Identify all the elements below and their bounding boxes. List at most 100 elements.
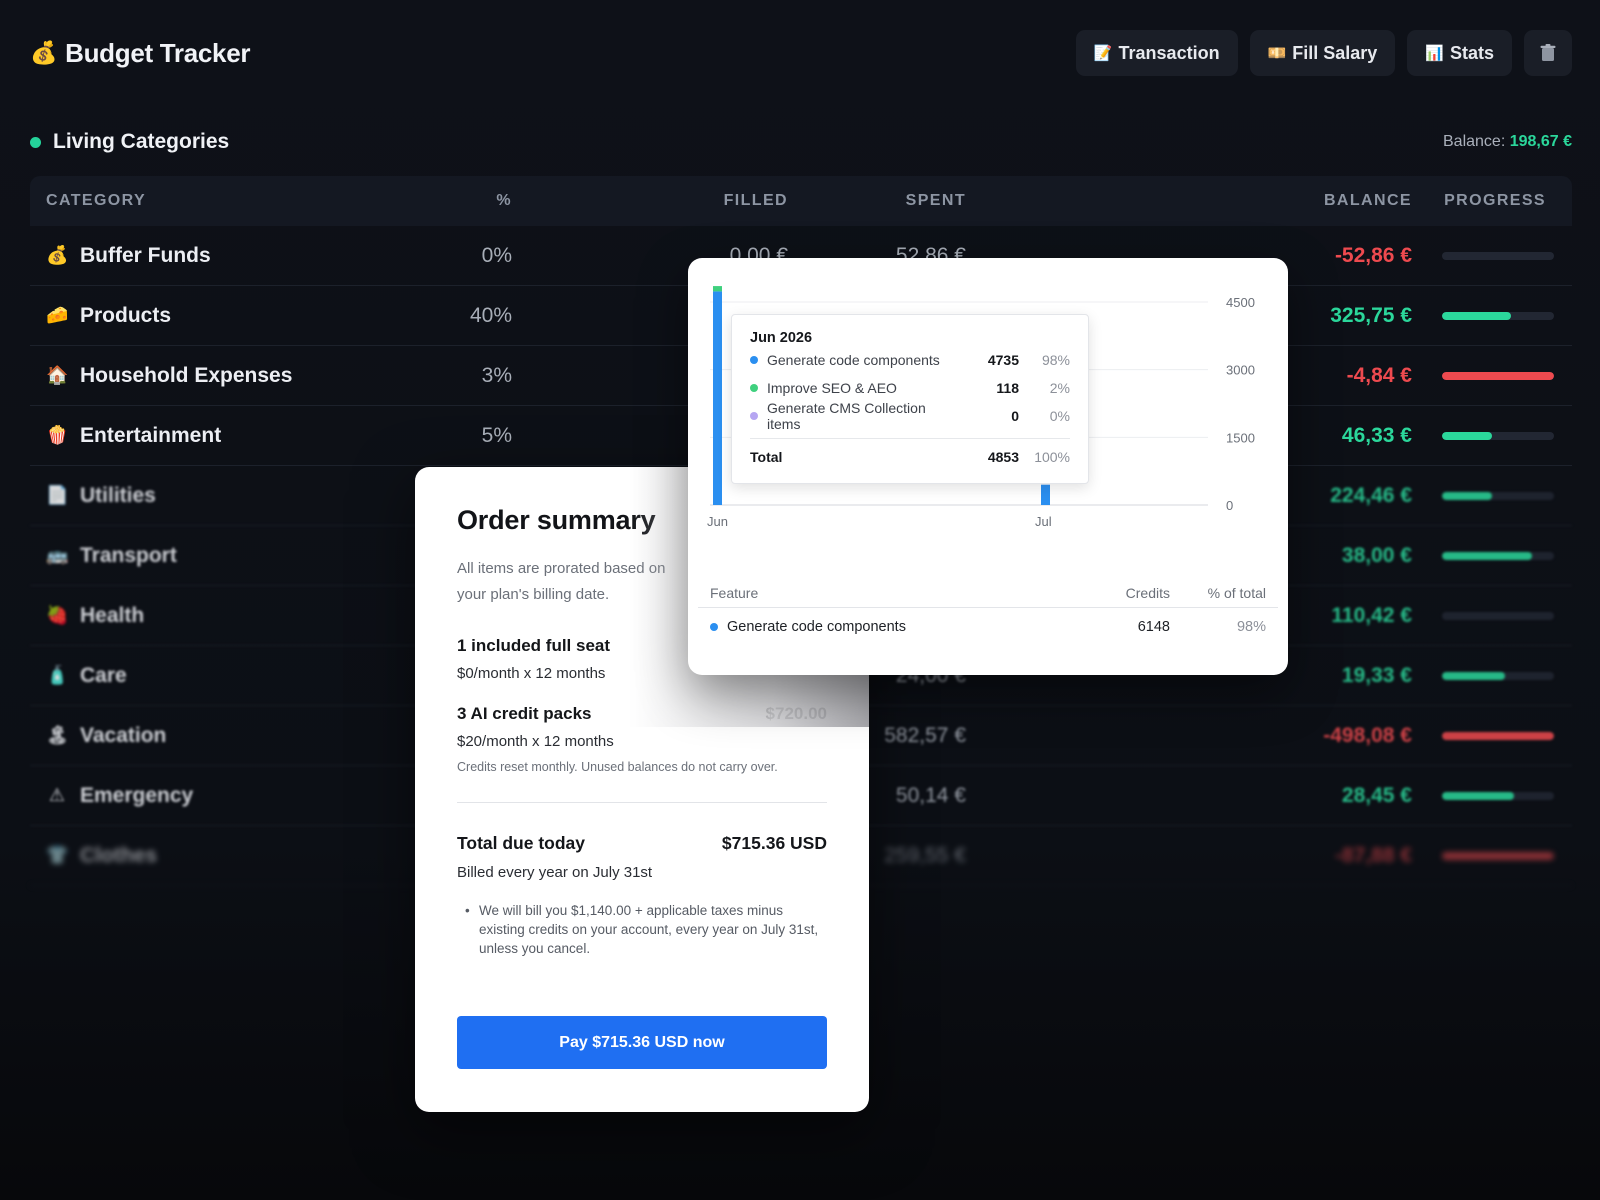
category-icon: 🧴 xyxy=(46,665,69,686)
status-dot xyxy=(30,136,41,148)
tooltip-total-value: 4853 xyxy=(987,449,1019,465)
progress-fill xyxy=(1442,431,1493,440)
category-name: Utilities xyxy=(80,483,156,507)
legend-dot xyxy=(750,356,758,364)
tooltip-total: Total 4853 100% xyxy=(750,445,1070,469)
y-tick-label: 1500 xyxy=(1226,430,1255,445)
progress-cell xyxy=(1412,311,1572,320)
stats-button[interactable]: 📊 Stats xyxy=(1407,30,1512,76)
money-banknote-icon: 💴 xyxy=(1267,44,1287,62)
section-title: Living Categories xyxy=(30,130,229,154)
bar-chart-icon: 📊 xyxy=(1425,44,1444,62)
feature-name-cell: Generate code components xyxy=(710,619,1070,635)
category-name: Products xyxy=(80,303,172,327)
percent-cell: 0% xyxy=(481,243,512,267)
tooltip-row-name: Generate CMS Collection items xyxy=(767,400,926,432)
legend-dot xyxy=(750,384,758,392)
app-brand: 💰 Budget Tracker xyxy=(30,38,250,69)
tooltip-row: Generate CMS Collection items 0 0% xyxy=(750,400,1070,432)
progress-bar xyxy=(1442,731,1554,740)
tooltip-row-name: Improve SEO & AEO xyxy=(767,380,897,396)
percent-cell: 40% xyxy=(469,303,512,327)
category-cell: 💰 Buffer Funds xyxy=(30,244,360,268)
category-icon: 🏝 xyxy=(46,725,69,746)
progress-bar xyxy=(1442,251,1554,260)
header-spent: SPENT xyxy=(905,192,966,209)
table-row[interactable]: Generate code components 6148 98% xyxy=(698,608,1278,646)
progress-cell xyxy=(1412,791,1572,800)
category-cell: 🍿 Entertainment xyxy=(30,424,360,448)
transaction-button-label: Transaction xyxy=(1118,42,1220,63)
bar-segment xyxy=(1041,484,1050,505)
category-cell: 🏠 Household Expenses xyxy=(30,364,360,388)
progress-cell xyxy=(1412,611,1572,620)
category-cell: 📄 Utilities xyxy=(30,484,360,508)
pay-now-button[interactable]: Pay $715.36 USD now xyxy=(457,1016,827,1069)
balance-cell: 28,45 € xyxy=(1341,783,1412,807)
header-credits: Credits xyxy=(1125,584,1170,601)
tooltip-row-pct: 2% xyxy=(1049,380,1070,396)
progress-fill xyxy=(1442,491,1493,500)
category-name: Health xyxy=(80,603,145,627)
table-header: CATEGORY % FILLED SPENT BALANCE PROGRESS xyxy=(30,176,1572,226)
top-bar: 💰 Budget Tracker 📝 Transaction 💴 Fill Sa… xyxy=(30,30,1572,76)
category-name: Vacation xyxy=(80,723,167,747)
progress-bar xyxy=(1442,551,1554,560)
app-title: Budget Tracker xyxy=(65,37,251,68)
progress-bar xyxy=(1442,431,1554,440)
legend-dot xyxy=(710,623,718,631)
section-title-text: Living Categories xyxy=(53,130,230,153)
progress-fill xyxy=(1442,851,1554,860)
progress-fill xyxy=(1442,371,1554,380)
y-tick-label: 4500 xyxy=(1226,295,1255,310)
tooltip-total-pct: 100% xyxy=(1034,449,1070,465)
line-item-price: $720.00 xyxy=(765,704,827,723)
tooltip-row-pct: 0% xyxy=(1049,408,1070,424)
credits-usage-card: 0 1500 3000 4500 Jun Jul Jun 2026 Generate co… xyxy=(688,258,1288,675)
header-percent: % xyxy=(496,192,512,209)
tooltip-row-name: Generate code components xyxy=(767,352,940,368)
total-due: Total due today $715.36 USD xyxy=(457,833,827,854)
line-item-note: Credits reset monthly. Unused balances d… xyxy=(457,760,778,774)
category-icon: 🚌 xyxy=(46,545,69,566)
bar-segment xyxy=(713,286,722,292)
total-value: $715.36 USD xyxy=(721,833,827,853)
line-item-detail: $20/month x 12 months xyxy=(457,733,614,750)
header-filled: FILLED xyxy=(723,192,788,209)
delete-button[interactable] xyxy=(1524,30,1572,76)
progress-cell xyxy=(1412,431,1572,440)
fill-salary-button[interactable]: 💴 Fill Salary xyxy=(1249,30,1396,76)
progress-cell xyxy=(1412,731,1572,740)
category-cell: ⚠ Emergency xyxy=(30,784,360,808)
progress-fill xyxy=(1442,671,1505,680)
x-tick-label: Jun xyxy=(707,514,728,529)
category-icon: 🏠 xyxy=(46,365,69,386)
header-category: CATEGORY xyxy=(46,192,147,209)
percent-cell: 5% xyxy=(481,423,512,447)
balance-cell: -87,88 € xyxy=(1334,843,1412,867)
percent-cell: 3% xyxy=(481,363,512,387)
progress-bar xyxy=(1442,311,1554,320)
feature-credits: 6148 xyxy=(1137,619,1170,635)
category-name: Emergency xyxy=(80,783,194,807)
progress-bar xyxy=(1442,611,1554,620)
billing-note: We will bill you $1,140.00 + applicable … xyxy=(457,901,827,958)
line-item-name: 3 AI credit packs xyxy=(457,704,592,723)
feature-pct: 98% xyxy=(1236,619,1266,635)
feature-table-header: Feature Credits % of total xyxy=(698,578,1278,608)
money-bag-icon: 💰 xyxy=(30,40,58,66)
line-item: 3 AI credit packs $720.00 $20/month x 12… xyxy=(457,704,827,774)
memo-icon: 📝 xyxy=(1093,44,1113,62)
category-icon: 🧀 xyxy=(46,305,69,326)
tooltip-total-label: Total xyxy=(750,449,783,465)
balance-label: Balance: xyxy=(1443,133,1506,150)
category-icon: 🍓 xyxy=(46,605,69,626)
header-pct-of-total: % of total xyxy=(1207,584,1266,601)
transaction-button[interactable]: 📝 Transaction xyxy=(1075,30,1238,76)
category-icon: 🍿 xyxy=(46,425,69,446)
feature-name: Generate code components xyxy=(727,619,906,635)
category-icon: 👕 xyxy=(46,845,69,866)
category-cell: 🧀 Products xyxy=(30,304,360,328)
y-tick-label: 0 xyxy=(1226,498,1233,513)
section-balance: Balance: 198,67 € xyxy=(1443,133,1572,151)
